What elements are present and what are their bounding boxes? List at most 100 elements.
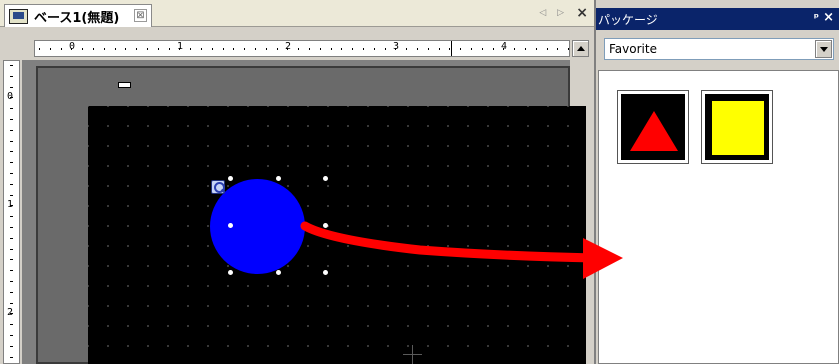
selection-handle[interactable] (276, 270, 281, 275)
vruler-tick (10, 270, 13, 272)
package-category-value: Favorite (609, 42, 657, 56)
hruler-tick (82, 48, 84, 50)
selection-handle[interactable] (228, 270, 233, 275)
package-item-yellow-square[interactable] (701, 90, 773, 164)
hruler-tick (406, 48, 408, 50)
package-panel-title: パッケージ (598, 12, 658, 27)
vruler-tick (10, 162, 13, 164)
hruler-tick (244, 48, 246, 50)
vruler-tick (10, 194, 13, 196)
hruler-tick (276, 48, 278, 50)
vruler-tick (10, 75, 13, 77)
red-triangle-shape (630, 111, 678, 151)
screen-canvas[interactable] (88, 106, 586, 364)
vruler-tick (10, 281, 13, 282)
hruler-tick (341, 48, 343, 50)
hruler-tick (157, 48, 159, 50)
selection-handle[interactable] (323, 176, 328, 181)
hruler-tick (471, 48, 472, 50)
hruler-tick (125, 48, 127, 50)
hruler-tick (136, 48, 138, 50)
selection-handle[interactable] (228, 223, 233, 228)
hruler-tick (233, 48, 235, 50)
hruler-tick (481, 48, 483, 50)
vruler-tick (10, 183, 13, 185)
hruler-tick (201, 48, 202, 50)
base-screen-tag (118, 82, 131, 88)
hruler-label-2: 2 (285, 41, 292, 52)
scroll-up-button[interactable] (572, 40, 589, 57)
hruler-tick (535, 48, 537, 50)
vruler-tick (10, 65, 13, 66)
hruler-tick (352, 48, 354, 50)
hruler-tick (557, 48, 559, 50)
hruler-tick (546, 48, 548, 50)
editor-close-button[interactable]: × (576, 5, 588, 21)
vertical-ruler: 0 1 2 (3, 60, 20, 364)
hruler-tick (417, 48, 418, 50)
pin-icon[interactable]: ᵖ (814, 11, 819, 24)
screen-editor-pane: ベース1(無題) ⊠ ◁ ▷ × 0 1 2 3 4 0 1 2 (0, 0, 594, 364)
tab-scroll-arrows[interactable]: ◁ ▷ (539, 8, 568, 18)
package-item-thumbnail (621, 94, 685, 160)
tab-close-button[interactable]: ⊠ (134, 9, 147, 22)
package-panel: パッケージ ᵖ × Favorite (596, 0, 839, 364)
hruler-tick (492, 48, 494, 50)
screen-icon (9, 8, 28, 24)
hruler-tick (427, 48, 429, 50)
yellow-square-shape (712, 101, 764, 155)
tab-title: ベース1(無題) (34, 10, 120, 26)
hruler-tick (168, 48, 170, 50)
package-panel-title-bar: パッケージ ᵖ × (596, 8, 839, 30)
hruler-tick (60, 48, 62, 50)
hruler-tick (525, 48, 526, 50)
vruler-tick (10, 335, 13, 336)
vruler-tick (10, 86, 13, 88)
hruler-tick (190, 48, 192, 50)
vruler-label-0: 0 (7, 91, 14, 102)
hruler-tick (373, 48, 375, 50)
vruler-tick (10, 227, 13, 228)
hruler-tick (39, 48, 40, 50)
vruler-tick (10, 248, 13, 250)
vruler-tick (10, 324, 13, 326)
hruler-label-3: 3 (393, 41, 400, 52)
hruler-label-4: 4 (501, 41, 508, 52)
hruler-tick (363, 48, 364, 50)
selection-handle[interactable] (323, 270, 328, 275)
hruler-tick (319, 48, 321, 50)
selection-handle[interactable] (276, 176, 281, 181)
hruler-tick (265, 48, 267, 50)
vruler-tick (10, 108, 13, 110)
hruler-tick (114, 48, 116, 50)
hruler-tick (298, 48, 300, 50)
hruler-tick (514, 48, 516, 50)
hruler-label-1: 1 (177, 41, 184, 52)
crosshair-cursor-horizontal (403, 354, 422, 355)
magnifier-icon[interactable] (211, 180, 225, 194)
selection-handle[interactable] (228, 176, 233, 181)
hruler-tick (384, 48, 386, 50)
vruler-label-2: 2 (7, 307, 14, 318)
hruler-tick (93, 48, 94, 50)
hruler-tick (103, 48, 105, 50)
hruler-label-0: 0 (69, 41, 76, 52)
selection-handle[interactable] (323, 223, 328, 228)
hruler-tick (460, 48, 462, 50)
vruler-label-1: 1 (7, 199, 14, 210)
tab-base-1[interactable]: ベース1(無題) ⊠ (4, 4, 152, 27)
hruler-tick (147, 48, 148, 50)
editor-tab-bar: ベース1(無題) ⊠ ◁ ▷ × (0, 0, 594, 27)
package-items-area (598, 70, 839, 364)
vruler-tick (10, 140, 13, 142)
package-item-red-triangle[interactable] (617, 90, 689, 164)
hruler-tick (330, 48, 332, 50)
chevron-down-icon[interactable] (815, 40, 832, 58)
vruler-tick (10, 216, 13, 218)
hruler-tick (255, 48, 256, 50)
vruler-tick (10, 173, 13, 174)
hruler-position-marker (451, 41, 452, 56)
package-category-select[interactable]: Favorite (604, 38, 834, 60)
package-panel-close-button[interactable]: × (823, 10, 834, 25)
hruler-tick (309, 48, 310, 50)
